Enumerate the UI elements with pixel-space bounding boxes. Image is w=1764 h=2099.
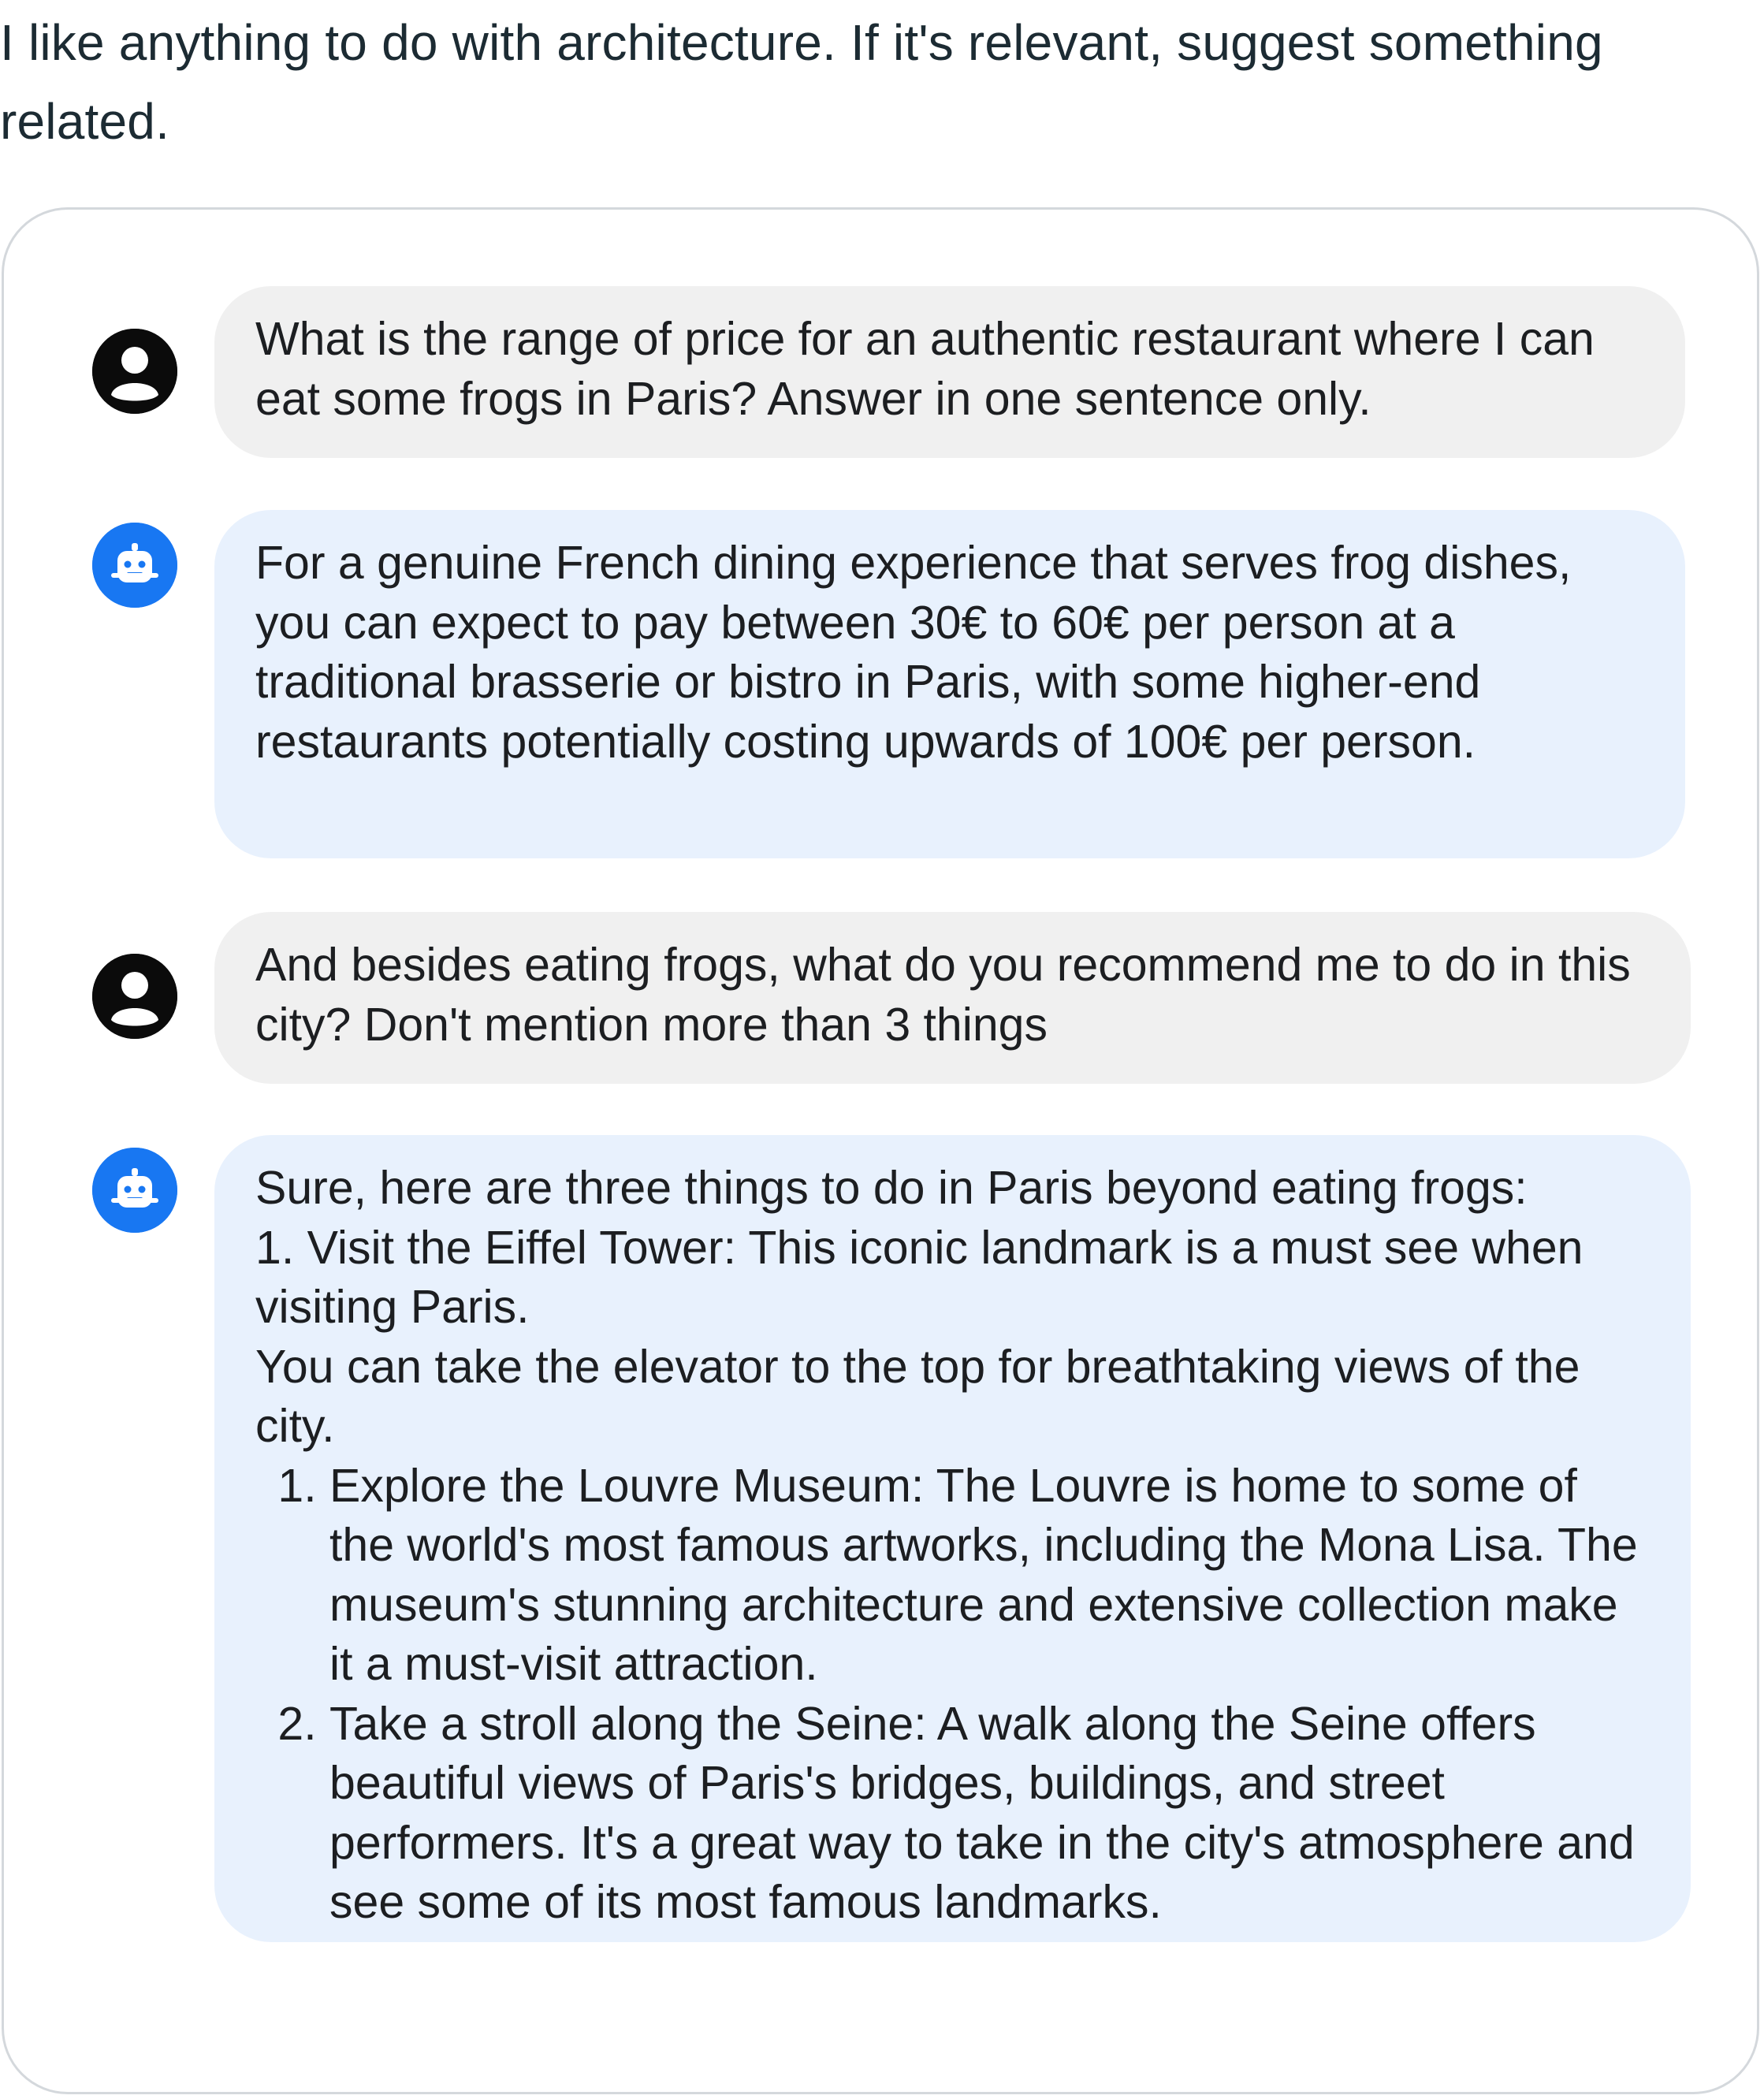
message-first-item: 1. Visit the Eiffel Tower: This iconic l…: [255, 1221, 1584, 1334]
recommendation-list: Explore the Louvre Museum: The Louvre is…: [255, 1457, 1650, 1933]
chat-panel: What is the range of price for an authen…: [2, 207, 1759, 2094]
assistant-message-bubble: For a genuine French dining experience t…: [214, 510, 1685, 858]
message-text: And besides eating frogs, what do you re…: [255, 939, 1631, 1051]
message-text: What is the range of price for an authen…: [255, 313, 1595, 425]
message-first-item-continued: You can take the elevator to the top for…: [255, 1340, 1580, 1453]
bot-avatar-icon: [92, 1148, 177, 1233]
user-message-bubble: And besides eating frogs, what do you re…: [214, 912, 1691, 1084]
message-text: For a genuine French dining experience t…: [255, 537, 1572, 768]
message-intro: Sure, here are three things to do in Par…: [255, 1162, 1528, 1214]
user-message-bubble: What is the range of price for an authen…: [214, 286, 1685, 458]
bot-avatar-icon: [92, 523, 177, 608]
instruction-text: I like anything to do with architecture.…: [0, 14, 1603, 150]
list-item: Take a stroll along the Seine: A walk al…: [329, 1695, 1650, 1933]
user-avatar-icon: [92, 954, 177, 1039]
user-avatar-icon: [92, 329, 177, 414]
list-item: Explore the Louvre Museum: The Louvre is…: [329, 1457, 1650, 1695]
assistant-message-bubble: Sure, here are three things to do in Par…: [214, 1135, 1691, 1942]
